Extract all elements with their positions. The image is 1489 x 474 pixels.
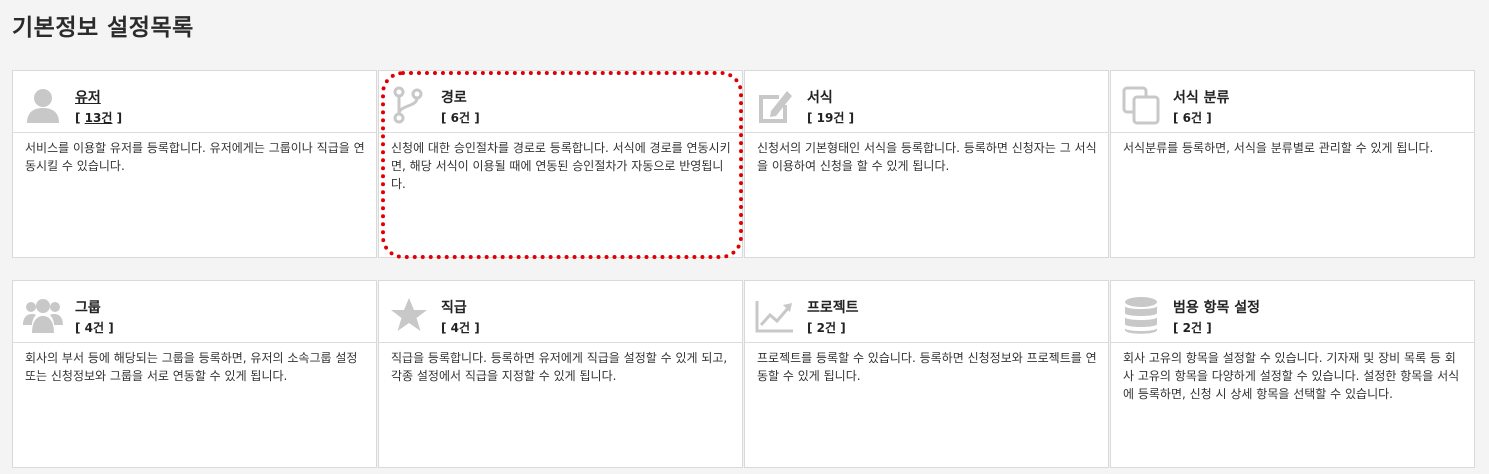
card-title[interactable]: 직급 [441,297,467,317]
card-title[interactable]: 범용 항목 설정 [1173,297,1260,317]
card-title-link[interactable]: 유저 [75,87,101,107]
card-count: [ 6건 ] [1173,111,1212,125]
branch-icon [389,85,429,125]
chart-line-icon [755,295,795,335]
card-header: 경로 [ 6건 ] [379,71,742,133]
card-title[interactable]: 그룹 [75,297,101,317]
settings-grid: 유저 [ 13건 ] 서비스를 이용할 유저를 등록합니다. 유저에게는 그룹이… [12,70,1476,468]
user-icon [23,85,63,125]
card-count: [ 13건 ] [75,111,123,125]
group-icon [23,295,63,335]
card-form: 서식 [ 19건 ] 신청서의 기본형태인 서식을 등록합니다. 등록하면 신청… [744,70,1109,258]
card-title[interactable]: 서식 분류 [1173,87,1229,107]
edit-form-icon [755,85,795,125]
card-position: 직급 [ 4건 ] 직급을 등록합니다. 등록하면 유저에게 직급을 설정할 수… [378,280,743,468]
card-project: 프로젝트 [ 2건 ] 프로젝트를 등록할 수 있습니다. 등록하면 신청정보와… [744,280,1109,468]
card-header: 프로젝트 [ 2건 ] [745,281,1108,343]
card-header: 그룹 [ 4건 ] [13,281,376,343]
card-count: [ 2건 ] [807,321,846,335]
card-description: 회사의 부서 등에 해당되는 그룹을 등록하면, 유저의 소속그룹 설정 또는 … [25,351,358,383]
card-header: 유저 [ 13건 ] [13,71,376,133]
copy-icon [1121,85,1161,125]
card-description: 신청에 대한 승인절차를 경로로 등록합니다. 서식에 경로를 연동시키면, 해… [391,141,731,191]
card-count-link[interactable]: 13건 [85,111,113,125]
card-count-value[interactable]: 6건 [451,111,470,125]
card-count: [ 6건 ] [441,111,480,125]
card-group: 그룹 [ 4건 ] 회사의 부서 등에 해당되는 그룹을 등록하면, 유저의 소… [12,280,377,468]
card-custom-fields: 범용 항목 설정 [ 2건 ] 회사 고유의 항목을 설정할 수 있습니다. 기… [1110,280,1475,468]
settings-row-1: 유저 [ 13건 ] 서비스를 이용할 유저를 등록합니다. 유저에게는 그룹이… [12,70,1476,258]
card-count-value[interactable]: 4건 [451,321,470,335]
card-count-value[interactable]: 19건 [817,111,845,125]
card-route: 경로 [ 6건 ] 신청에 대한 승인절차를 경로로 등록합니다. 서식에 경로… [378,70,743,258]
card-description: 프로젝트를 등록할 수 있습니다. 등록하면 신청정보와 프로젝트를 연동할 수… [757,351,1097,383]
database-icon [1121,295,1161,335]
card-user: 유저 [ 13건 ] 서비스를 이용할 유저를 등록합니다. 유저에게는 그룹이… [12,70,377,258]
card-count: [ 2건 ] [1173,321,1212,335]
card-count-value[interactable]: 2건 [817,321,836,335]
card-count-value[interactable]: 2건 [1183,321,1202,335]
settings-row-2: 그룹 [ 4건 ] 회사의 부서 등에 해당되는 그룹을 등록하면, 유저의 소… [12,280,1476,468]
card-title[interactable]: 프로젝트 [807,297,859,317]
card-count: [ 4건 ] [75,321,114,335]
star-icon [389,295,429,335]
card-header: 서식 분류 [ 6건 ] [1111,71,1474,133]
card-count-value[interactable]: 4건 [85,321,104,335]
card-description: 회사 고유의 항목을 설정할 수 있습니다. 기자재 및 장비 목록 등 회사 … [1123,351,1460,401]
card-header: 범용 항목 설정 [ 2건 ] [1111,281,1474,343]
card-description: 신청서의 기본형태인 서식을 등록합니다. 등록하면 신청자는 그 서식을 이용… [757,141,1097,173]
page-title: 기본정보 설정목록 [12,15,194,41]
card-description: 서비스를 이용할 유저를 등록합니다. 유저에게는 그룹이나 직급을 연동시킬 … [25,141,365,173]
card-form-category: 서식 분류 [ 6건 ] 서식분류를 등록하면, 서식을 분류별로 관리할 수 … [1110,70,1475,258]
card-count: [ 19건 ] [807,111,855,125]
card-count-value[interactable]: 6건 [1183,111,1202,125]
card-title[interactable]: 경로 [441,87,467,107]
card-count: [ 4건 ] [441,321,480,335]
card-title[interactable]: 서식 [807,87,833,107]
card-header: 직급 [ 4건 ] [379,281,742,343]
card-description: 직급을 등록합니다. 등록하면 유저에게 직급을 설정할 수 있게 되고, 각종… [391,351,728,383]
card-header: 서식 [ 19건 ] [745,71,1108,133]
card-description: 서식분류를 등록하면, 서식을 분류별로 관리할 수 있게 됩니다. [1123,141,1434,155]
